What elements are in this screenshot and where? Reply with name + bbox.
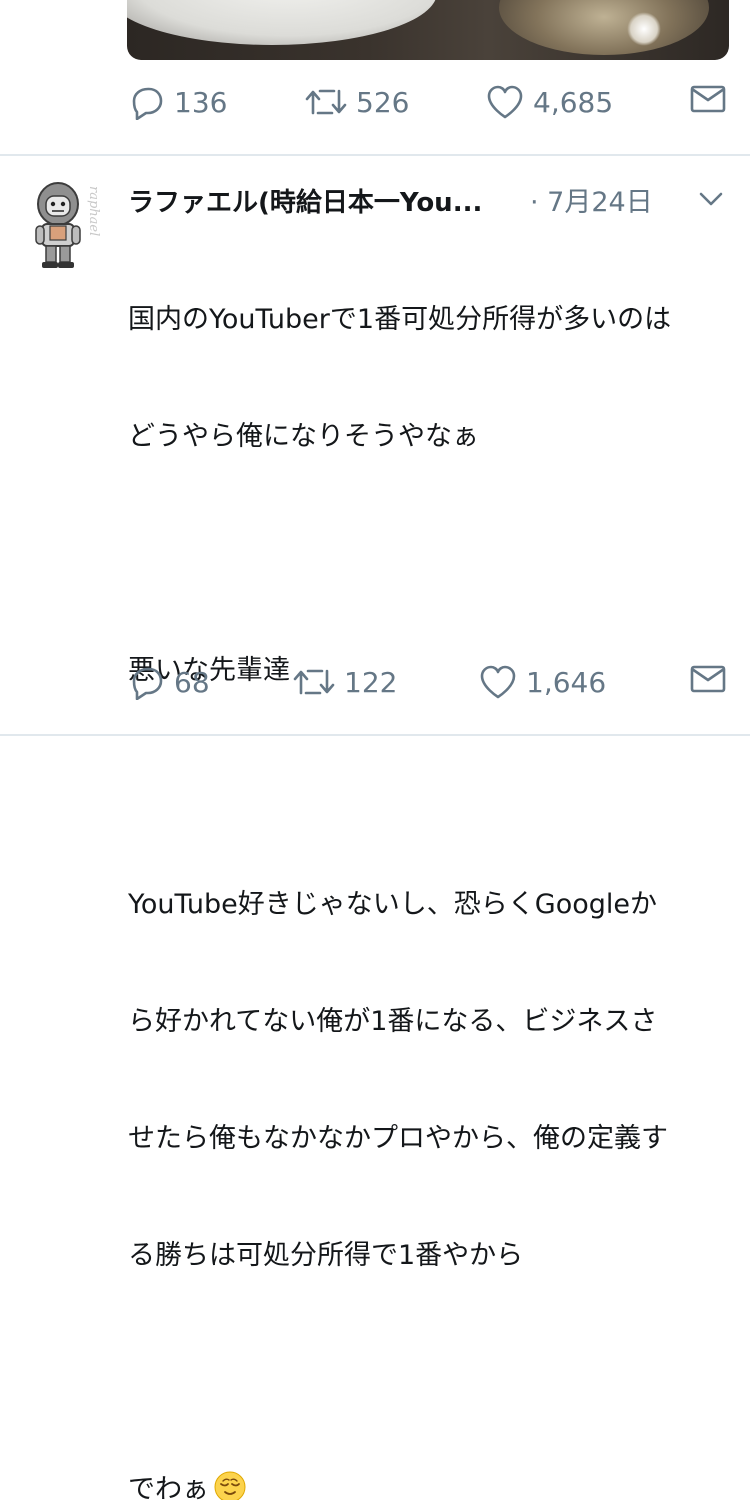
tweet-text-line: YouTube好きじゃないし、恐らくGoogleか	[128, 889, 658, 920]
reply-icon	[132, 87, 163, 120]
tweet-text: 国内のYouTuberで1番可処分所得が多いのは どうやら俺になりそうやなぁ 悪…	[128, 222, 728, 1500]
media-glass-shape	[499, 0, 709, 55]
retweet-icon	[293, 669, 335, 695]
reply-button[interactable]: 68	[128, 662, 210, 702]
previous-tweet-actions: 136 526 4,685	[128, 82, 728, 122]
retweet-count: 122	[344, 665, 398, 699]
reply-icon	[132, 667, 163, 700]
envelope-icon	[690, 85, 726, 113]
reply-count: 68	[174, 665, 210, 699]
tweet-divider	[0, 154, 750, 156]
tweet-text-line: ら好かれてない俺が1番になる、ビジネスさ	[128, 1006, 658, 1037]
retweet-button[interactable]: 526	[304, 82, 409, 122]
chevron-down-icon	[699, 192, 723, 206]
retweet-count: 526	[356, 85, 410, 119]
like-button[interactable]: 4,685	[485, 82, 613, 122]
dm-button[interactable]	[690, 664, 726, 698]
avatar[interactable]: raphael	[28, 180, 106, 272]
like-count: 4,685	[533, 85, 614, 119]
tweet-text-line: る勝ちは可処分所得で1番やから	[128, 1240, 524, 1271]
author-name[interactable]: ラファエル(時給日本一You...	[128, 182, 482, 219]
like-count: 1,646	[526, 665, 607, 699]
media-shine-shape	[627, 12, 661, 46]
retweet-icon	[305, 89, 347, 115]
tweet-actions: 68 122 1,646	[128, 662, 728, 702]
avatar-watermark-text: raphael	[86, 186, 101, 237]
reply-count: 136	[174, 85, 228, 119]
previous-tweet-media[interactable]	[127, 0, 729, 60]
tweet-text-line: 国内のYouTuberで1番可処分所得が多いのは	[128, 304, 672, 335]
dm-button[interactable]	[690, 84, 726, 118]
tweet-date[interactable]: · 7月24日	[530, 180, 653, 219]
envelope-icon	[690, 665, 726, 693]
tweet-header: ラファエル(時給日本一You... · 7月24日	[128, 180, 728, 220]
media-plate-shape	[127, 0, 437, 45]
heart-icon	[480, 665, 516, 699]
retweet-button[interactable]: 122	[292, 662, 397, 702]
heart-icon	[487, 85, 523, 119]
relieved-face-emoji-icon	[213, 1470, 247, 1500]
tweet-text-line: でわぁ	[128, 1474, 209, 1500]
tweet-options-button[interactable]	[698, 190, 724, 212]
tweet-text-line: どうやら俺になりそうやなぁ	[128, 421, 479, 452]
tweet-text-line: せたら俺もなかなかプロやから、俺の定義す	[128, 1123, 668, 1154]
tweet-divider-bottom	[0, 734, 750, 736]
tweet-text-last-line: でわぁ	[128, 1470, 728, 1500]
like-button[interactable]: 1,646	[478, 662, 606, 702]
reply-button[interactable]: 136	[128, 82, 227, 122]
